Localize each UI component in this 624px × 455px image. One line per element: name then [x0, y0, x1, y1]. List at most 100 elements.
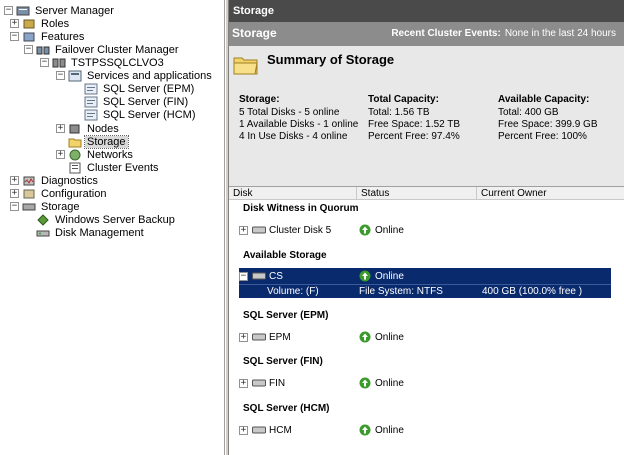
tree-item-roles[interactable]: + Roles	[10, 17, 71, 30]
tree-item-features[interactable]: − Features	[10, 30, 86, 43]
column-header-status[interactable]: Status	[357, 187, 477, 200]
total-capacity-line: Free Space: 1.52 TB	[368, 119, 461, 130]
console-tree: − Server Manager + Roles − Features − Fa…	[0, 0, 225, 455]
disk-icon	[252, 272, 266, 280]
tree-item-configuration[interactable]: + Configuration	[10, 187, 108, 200]
expand-icon[interactable]: +	[239, 425, 248, 435]
tree-item-networks[interactable]: + Networks	[56, 148, 135, 161]
collapse-icon[interactable]: −	[10, 32, 19, 41]
disk-status: Online	[359, 424, 404, 436]
tree-item-failover-cluster-manager[interactable]: − Failover Cluster Manager	[24, 43, 181, 56]
available-capacity-heading: Available Capacity:	[498, 94, 590, 105]
collapse-icon[interactable]: −	[239, 271, 248, 281]
storage-line: 4 In Use Disks - 4 online	[239, 131, 348, 142]
pane-header: Storage Recent Cluster Events: None in th…	[229, 22, 624, 46]
disk-row[interactable]: + Cluster Disk 5 Online	[239, 222, 611, 238]
tree-item-sql-epm[interactable]: SQL Server (EPM)	[84, 82, 196, 95]
tree-item-storage[interactable]: Storage	[68, 134, 129, 149]
tree-item-windows-server-backup[interactable]: Windows Server Backup	[36, 213, 177, 226]
collapse-icon[interactable]: −	[24, 45, 33, 54]
disk-status: Online	[359, 224, 404, 236]
server-manager-icon	[16, 5, 30, 17]
group-title: SQL Server (EPM)	[243, 310, 329, 321]
recent-events-label: Recent Cluster Events:	[391, 28, 501, 39]
disk-status-text: Online	[375, 424, 404, 436]
online-icon	[359, 224, 371, 236]
storage-heading: Storage:	[239, 94, 280, 105]
disk-icon	[252, 333, 266, 341]
storage-summary: Summary of Storage Storage: 5 Total Disk…	[229, 46, 624, 186]
tree-label: Cluster Events	[87, 161, 159, 174]
expand-icon[interactable]: +	[10, 19, 19, 28]
tree-label: SQL Server (FIN)	[103, 95, 189, 108]
diagnostics-icon	[22, 175, 36, 187]
collapse-icon[interactable]: −	[4, 6, 13, 15]
disk-management-icon	[36, 227, 50, 239]
collapse-icon[interactable]: −	[56, 71, 65, 80]
online-icon	[359, 424, 371, 436]
recent-events[interactable]: Recent Cluster Events: None in the last 2…	[391, 28, 616, 39]
tree-item-server-manager[interactable]: − Server Manager	[4, 4, 116, 17]
group-title: SQL Server (FIN)	[243, 356, 323, 367]
tree-label: Storage	[41, 200, 80, 213]
disk-row[interactable]: + FIN Online	[239, 375, 611, 391]
disk-status-text: Online	[375, 224, 404, 236]
configuration-icon	[22, 188, 36, 200]
tree-item-sql-fin[interactable]: SQL Server (FIN)	[84, 95, 190, 108]
tree-label: Features	[41, 30, 85, 43]
column-header-disk[interactable]: Disk	[229, 187, 357, 200]
pane-title: Storage	[229, 0, 624, 22]
expand-icon[interactable]: +	[56, 150, 65, 159]
disk-status: Online	[359, 270, 404, 282]
storage-line: 1 Available Disks - 1 online	[239, 119, 359, 130]
storage-line: 5 Total Disks - 5 online	[239, 107, 340, 118]
disk-icon	[252, 379, 266, 387]
expand-icon[interactable]: +	[10, 189, 19, 198]
volume-size: 400 GB (100.0% free )	[482, 286, 583, 297]
disk-row[interactable]: + HCM Online	[239, 422, 611, 438]
tree-label: TSTPSSQLCLVO3	[71, 56, 164, 69]
collapse-icon[interactable]: −	[10, 202, 19, 211]
details-pane: Storage Storage Recent Cluster Events: No…	[229, 0, 624, 455]
tree-item-nodes[interactable]: + Nodes	[56, 122, 121, 135]
tree-item-disk-management[interactable]: Disk Management	[36, 226, 146, 239]
online-icon	[359, 331, 371, 343]
group-title: SQL Server (HCM)	[243, 403, 330, 414]
tree-label: Storage	[84, 134, 129, 149]
nodes-icon	[68, 123, 82, 135]
tree-item-storage-root[interactable]: − Storage	[10, 200, 82, 213]
disk-status-text: Online	[375, 270, 404, 282]
tree-label: Windows Server Backup	[55, 213, 175, 226]
expand-icon[interactable]: +	[239, 378, 248, 388]
disk-status-text: Online	[375, 377, 404, 389]
tree-label: Configuration	[41, 187, 107, 200]
folder-icon	[233, 57, 258, 75]
tree-label: Disk Management	[55, 226, 144, 239]
expand-icon[interactable]: +	[56, 124, 65, 133]
networks-icon	[68, 149, 82, 161]
expand-icon[interactable]: +	[239, 225, 248, 235]
tree-label: SQL Server (HCM)	[103, 108, 196, 121]
disk-row[interactable]: + EPM Online	[239, 329, 611, 345]
tree-item-services-and-applications[interactable]: − Services and applications	[56, 69, 214, 82]
tree-label: Nodes	[87, 122, 119, 135]
tree-item-cluster[interactable]: − TSTPSSQLCLVO3	[40, 56, 166, 69]
available-capacity-line: Free Space: 399.9 GB	[498, 119, 598, 130]
total-capacity-column: Total Capacity: Total: 1.56 TB Free Spac…	[368, 94, 460, 143]
tree-item-cluster-events[interactable]: Cluster Events	[68, 161, 161, 174]
tree-item-sql-hcm[interactable]: SQL Server (HCM)	[84, 108, 198, 121]
volume-row[interactable]: Volume: (F) File System: NTFS 400 GB (10…	[239, 284, 611, 298]
disk-row-selected[interactable]: − CS Online	[239, 268, 611, 284]
expand-icon[interactable]: +	[239, 332, 248, 342]
column-header-owner[interactable]: Current Owner	[477, 187, 624, 200]
recent-events-value: None in the last 24 hours	[504, 28, 616, 39]
expand-icon[interactable]: +	[10, 176, 19, 185]
collapse-icon[interactable]: −	[40, 58, 49, 67]
available-capacity-line: Percent Free: 100%	[498, 131, 587, 142]
tree-item-diagnostics[interactable]: + Diagnostics	[10, 174, 100, 187]
disk-icon	[252, 226, 266, 234]
disk-name: HCM	[269, 424, 292, 436]
online-icon	[359, 270, 371, 282]
features-icon	[22, 31, 36, 43]
available-capacity-column: Available Capacity: Total: 400 GB Free S…	[498, 94, 598, 143]
